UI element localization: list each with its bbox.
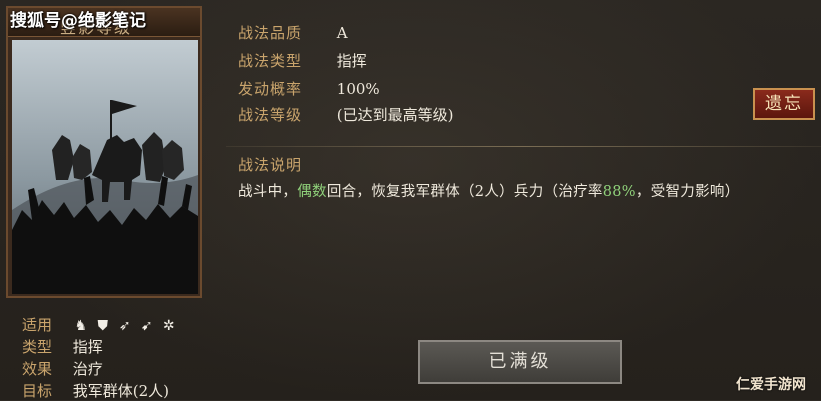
stat-value: 指挥 (336, 52, 367, 70)
info-value: 我军群体(2人) (72, 382, 170, 400)
info-row-target: 目标 我军群体(2人) (22, 380, 169, 401)
tactic-card-art (12, 40, 198, 294)
desc-part: ，受智力影响） (635, 184, 740, 200)
cavalry-icon: ♞ (74, 318, 88, 334)
forget-button[interactable]: 遗忘 (753, 88, 815, 120)
info-key: 适用 (22, 316, 53, 334)
shield-icon: ⛊ (97, 318, 109, 334)
stat-key: 发动概率 (238, 80, 303, 98)
wheel-icon: ✲ (162, 318, 175, 334)
stat-key: 战法品质 (238, 24, 303, 42)
stat-row-level: 战法等级 (已达到最高等级) (238, 104, 454, 125)
info-row-effect: 效果 治疗 (22, 358, 103, 379)
arm-icons: ♞ ⛊ ➶ ➹ ✲ (73, 318, 177, 334)
battle-silhouette-illustration (12, 40, 198, 294)
bow-icon: ➶ (118, 318, 131, 334)
info-key: 目标 (22, 382, 53, 400)
info-row-type: 类型 指挥 (22, 336, 103, 357)
divider (226, 146, 821, 147)
stat-key: 战法类型 (238, 52, 303, 70)
desc-part: 战斗中， (238, 184, 298, 200)
corner-watermark: 仁爱手游网 (736, 377, 806, 393)
stat-key: 战法等级 (238, 106, 303, 124)
stat-row-quality: 战法品质 A (238, 22, 348, 43)
stat-row-type: 战法类型 指挥 (238, 50, 367, 71)
info-key: 类型 (22, 338, 53, 356)
description-text: 战斗中，偶数回合，恢复我军群体（2人）兵力（治疗率88%，受智力影响） (238, 180, 740, 201)
spear-icon: ➹ (140, 318, 153, 334)
stat-value: 100% (336, 80, 380, 98)
stat-value: A (336, 24, 348, 42)
info-value: 治疗 (72, 360, 103, 378)
desc-highlight: 偶数 (297, 184, 327, 200)
desc-part: 回合，恢复我军群体（2人）兵力（治疗率 (326, 184, 603, 200)
desc-highlight: 88% (602, 184, 636, 200)
max-level-button[interactable]: 已满级 (418, 340, 622, 384)
info-row-applicable: 适用 ♞ ⛊ ➶ ➹ ✲ (22, 314, 177, 335)
description-title: 战法说明 (238, 156, 303, 174)
stat-value: (已达到最高等级) (336, 106, 454, 124)
stat-row-probability: 发动概率 100% (238, 78, 380, 99)
info-key: 效果 (22, 360, 53, 378)
info-value: 指挥 (72, 338, 103, 356)
watermark-text: 搜狐号@绝影笔记 (10, 11, 146, 31)
